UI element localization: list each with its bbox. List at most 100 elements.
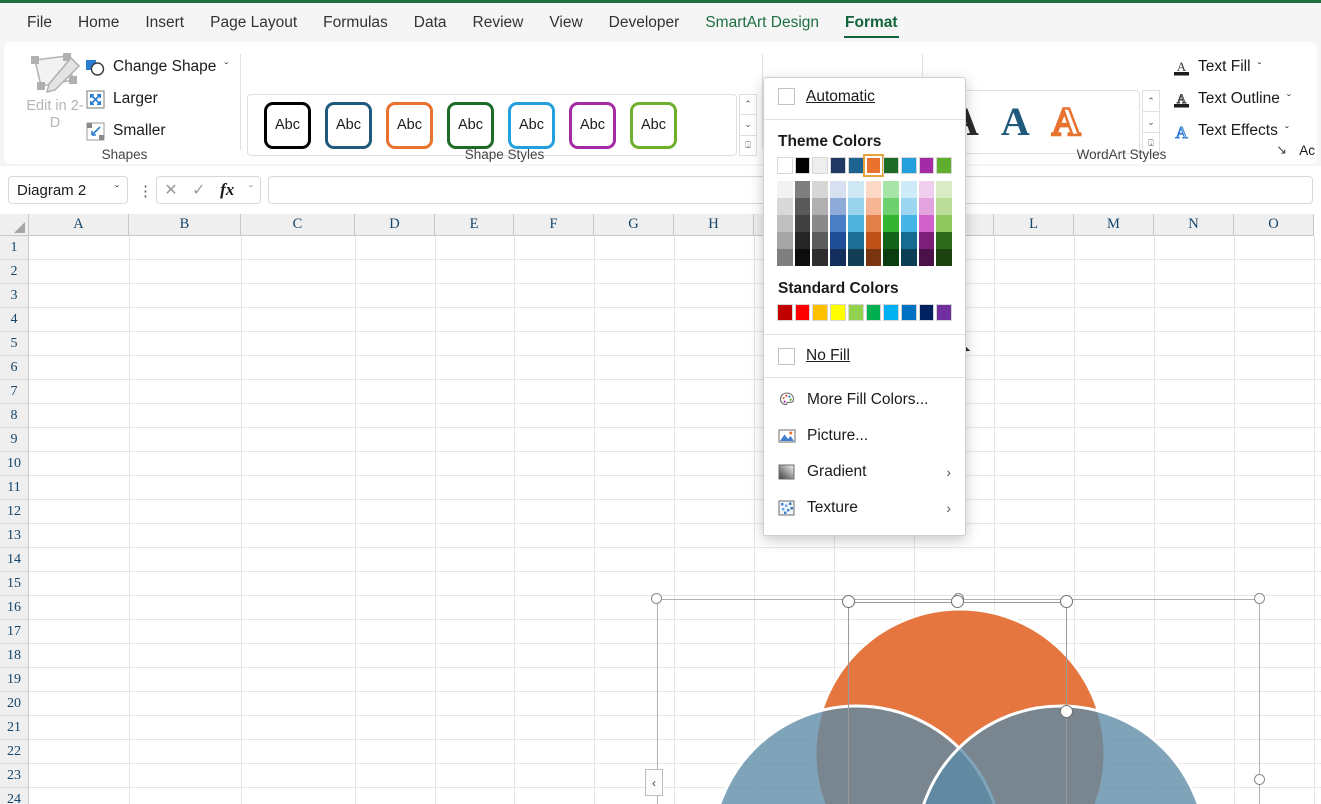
theme-shade-swatch-1-2[interactable] xyxy=(777,198,793,215)
formula-bar-options-button[interactable]: ⋮ xyxy=(138,182,153,200)
row-header-10[interactable]: 10 xyxy=(0,452,29,476)
column-header-B[interactable]: B xyxy=(129,214,241,236)
row-header-20[interactable]: 20 xyxy=(0,692,29,716)
row-header-13[interactable]: 13 xyxy=(0,524,29,548)
ribbon-tab-review[interactable]: Review xyxy=(460,3,537,42)
row-header-2[interactable]: 2 xyxy=(0,260,29,284)
grid-row[interactable] xyxy=(29,308,1321,332)
theme-colors-palette[interactable] xyxy=(764,154,965,266)
grid-row[interactable] xyxy=(29,500,1321,524)
theme-shade-swatch-4-3[interactable] xyxy=(830,215,846,232)
chevron-down-icon[interactable]: ˇ xyxy=(249,183,253,197)
grid-row[interactable] xyxy=(29,404,1321,428)
column-header-A[interactable]: A xyxy=(29,214,129,236)
shape-style-swatch-3[interactable]: Abc xyxy=(386,101,433,149)
ribbon-tab-insert[interactable]: Insert xyxy=(132,3,197,42)
row-header-11[interactable]: 11 xyxy=(0,476,29,500)
theme-color-swatch-8[interactable] xyxy=(900,157,917,174)
standard-color-swatch-9[interactable] xyxy=(918,304,935,321)
menu-item-picture[interactable]: Picture... xyxy=(764,418,965,454)
theme-shade-swatch-10-1[interactable] xyxy=(936,181,953,198)
theme-color-swatch-10[interactable] xyxy=(936,157,953,174)
theme-color-swatch-9[interactable] xyxy=(918,157,935,174)
cancel-icon[interactable]: ✕ xyxy=(164,180,177,200)
shape-style-swatch-5[interactable]: Abc xyxy=(508,101,555,149)
row-header-23[interactable]: 23 xyxy=(0,764,29,788)
wordart-scroll-up-button[interactable]: ⌃ xyxy=(1142,90,1160,112)
theme-color-swatch-5[interactable] xyxy=(847,157,864,174)
grid-row[interactable] xyxy=(29,428,1321,452)
standard-color-swatch-10[interactable] xyxy=(936,304,953,321)
column-header-G[interactable]: G xyxy=(594,214,674,236)
ribbon-tab-smartart-design[interactable]: SmartArt Design xyxy=(692,3,832,42)
theme-shade-swatch-5-4[interactable] xyxy=(847,232,864,249)
standard-color-swatch-7[interactable] xyxy=(883,304,899,321)
text-outline-button[interactable]: A Text Outline ˇ xyxy=(1172,86,1291,112)
theme-shade-swatch-6-4[interactable] xyxy=(865,232,882,249)
theme-shade-swatch-5-5[interactable] xyxy=(847,249,864,266)
theme-shade-swatch-2-1[interactable] xyxy=(794,181,811,198)
grid-row[interactable] xyxy=(29,356,1321,380)
theme-shade-swatch-1-1[interactable] xyxy=(777,181,793,198)
theme-color-swatch-1[interactable] xyxy=(777,157,793,174)
select-all-corner[interactable] xyxy=(0,214,29,236)
ribbon-tab-page-layout[interactable]: Page Layout xyxy=(197,3,310,42)
resize-handle-middle-right[interactable] xyxy=(1254,774,1265,785)
theme-shade-swatch-3-5[interactable] xyxy=(812,249,829,266)
row-header-17[interactable]: 17 xyxy=(0,620,29,644)
name-box[interactable]: Diagram 2 ˇ xyxy=(8,176,128,204)
theme-shade-swatch-7-2[interactable] xyxy=(883,198,899,215)
shape-handle-top-center[interactable] xyxy=(951,595,964,608)
grid-row[interactable] xyxy=(29,380,1321,404)
theme-shade-column-6[interactable] xyxy=(865,181,882,266)
row-header-4[interactable]: 4 xyxy=(0,308,29,332)
column-header-O[interactable]: O xyxy=(1234,214,1314,236)
grid-row[interactable] xyxy=(29,572,1321,596)
shape-style-swatch-1[interactable]: Abc xyxy=(264,101,311,149)
row-header-5[interactable]: 5 xyxy=(0,332,29,356)
shape-style-swatch-2[interactable]: Abc xyxy=(325,101,372,149)
wordart-scroll[interactable]: ⌃ ⌄ ⍗ xyxy=(1142,90,1160,154)
edit-in-2d-button[interactable]: Edit in 2-D xyxy=(22,52,88,132)
theme-shade-swatch-8-1[interactable] xyxy=(900,181,917,198)
theme-shade-swatch-9-3[interactable] xyxy=(918,215,935,232)
theme-shade-swatch-2-4[interactable] xyxy=(794,232,811,249)
text-pane-toggle-button[interactable]: ‹ xyxy=(645,769,663,796)
row-header-15[interactable]: 15 xyxy=(0,572,29,596)
theme-shade-swatch-8-4[interactable] xyxy=(900,232,917,249)
theme-colors-row[interactable] xyxy=(777,154,953,177)
standard-color-swatch-3[interactable] xyxy=(812,304,829,321)
theme-shade-swatch-2-3[interactable] xyxy=(794,215,811,232)
grid-row[interactable] xyxy=(29,260,1321,284)
row-header-22[interactable]: 22 xyxy=(0,740,29,764)
row-header-12[interactable]: 12 xyxy=(0,500,29,524)
theme-shade-swatch-10-2[interactable] xyxy=(936,198,953,215)
theme-shade-swatch-3-4[interactable] xyxy=(812,232,829,249)
ribbon-tab-format[interactable]: Format xyxy=(832,3,911,42)
shape-handle-middle-right[interactable] xyxy=(1060,705,1073,718)
theme-shade-swatch-1-3[interactable] xyxy=(777,215,793,232)
theme-shade-swatch-6-1[interactable] xyxy=(865,181,882,198)
standard-color-swatch-6[interactable] xyxy=(865,304,882,321)
theme-shade-column-10[interactable] xyxy=(936,181,953,266)
grid-row[interactable] xyxy=(29,476,1321,500)
gallery-scroll-up-button[interactable]: ⌃ xyxy=(739,94,757,116)
theme-shade-swatch-4-4[interactable] xyxy=(830,232,846,249)
theme-shade-column-7[interactable] xyxy=(883,181,899,266)
theme-shade-swatch-8-3[interactable] xyxy=(900,215,917,232)
row-header-1[interactable]: 1 xyxy=(0,236,29,260)
theme-shade-column-4[interactable] xyxy=(830,181,846,266)
shape-fill-dropdown-menu[interactable]: Automatic Theme Colors Standard Colors N… xyxy=(763,77,966,536)
grid-row[interactable] xyxy=(29,524,1321,548)
theme-shade-swatch-7-1[interactable] xyxy=(883,181,899,198)
theme-shade-swatch-6-2[interactable] xyxy=(865,198,882,215)
ribbon-tab-formulas[interactable]: Formulas xyxy=(310,3,401,42)
theme-shade-swatch-5-2[interactable] xyxy=(847,198,864,215)
grid-row[interactable] xyxy=(29,284,1321,308)
theme-shade-column-1[interactable] xyxy=(777,181,793,266)
column-header-D[interactable]: D xyxy=(355,214,435,236)
theme-shade-swatch-8-2[interactable] xyxy=(900,198,917,215)
theme-shade-columns[interactable] xyxy=(777,181,953,266)
menu-item-automatic[interactable]: Automatic xyxy=(764,78,965,115)
confirm-icon[interactable]: ✓ xyxy=(192,180,205,200)
